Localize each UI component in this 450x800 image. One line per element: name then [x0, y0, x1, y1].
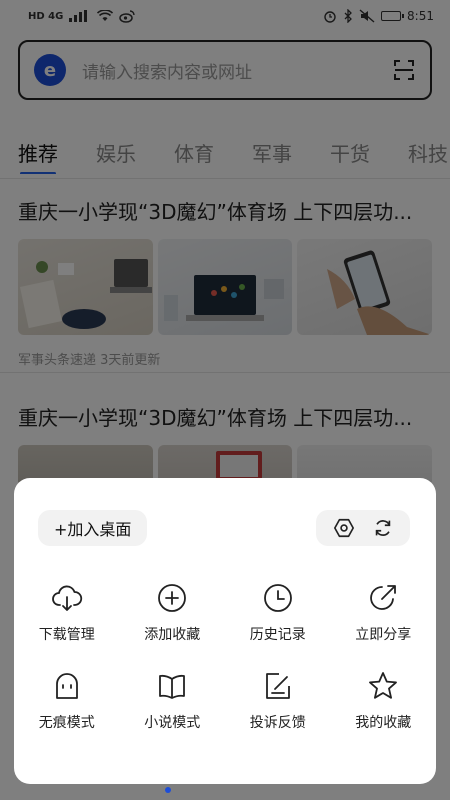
- menu-label: 无痕模式: [38, 715, 95, 731]
- sheet-tools: [316, 510, 410, 546]
- menu-novel-mode[interactable]: 小说模式: [120, 670, 226, 732]
- menu-label: 下载管理: [38, 627, 95, 643]
- menu-label: 历史记录: [249, 627, 306, 643]
- settings-icon[interactable]: [333, 517, 355, 539]
- menu-my-bookmarks[interactable]: 我的收藏: [331, 670, 437, 732]
- clock-icon: [263, 584, 292, 612]
- star-icon: [369, 672, 398, 699]
- menu-add-bookmark[interactable]: 添加收藏: [120, 582, 226, 644]
- menu-share[interactable]: 立即分享: [331, 582, 437, 644]
- plus-circle-icon: [158, 584, 187, 612]
- menu-label: 小说模式: [144, 715, 201, 731]
- menu-download-manager[interactable]: 下载管理: [14, 582, 120, 644]
- share-icon: [370, 585, 397, 610]
- cloud-download-icon: [51, 585, 82, 611]
- feedback-icon: [265, 673, 290, 699]
- menu-history[interactable]: 历史记录: [225, 582, 331, 644]
- page-indicator: [165, 787, 171, 793]
- menu-label: 投诉反馈: [249, 715, 306, 731]
- menu-feedback[interactable]: 投诉反馈: [225, 670, 331, 732]
- menu-sheet: +加入桌面 下载管理 添加收藏 历史记录 立即分享 无痕模式 小说模式 投诉反馈…: [14, 478, 436, 784]
- menu-label: 添加收藏: [144, 627, 201, 643]
- menu-grid: 下载管理 添加收藏 历史记录 立即分享 无痕模式 小说模式 投诉反馈 我的收藏: [14, 582, 436, 732]
- menu-label: 立即分享: [355, 627, 412, 643]
- menu-incognito[interactable]: 无痕模式: [14, 670, 120, 732]
- menu-label: 我的收藏: [355, 715, 412, 731]
- refresh-icon[interactable]: [372, 517, 394, 539]
- ghost-icon: [55, 673, 78, 699]
- add-to-desktop-button[interactable]: +加入桌面: [38, 510, 148, 546]
- book-icon: [159, 674, 186, 699]
